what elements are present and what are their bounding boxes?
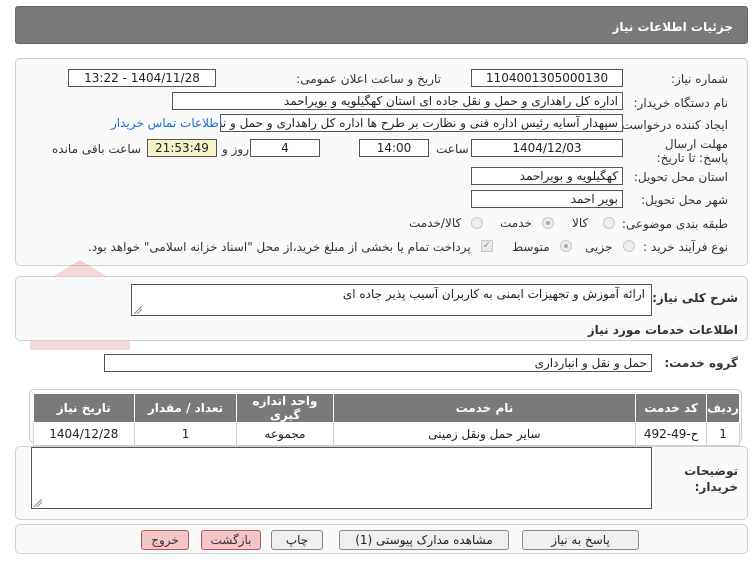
resize-grip-icon[interactable] [134, 306, 142, 314]
process-option-minor: جزیی [585, 240, 613, 254]
description-label: شرح کلی نیاز: [652, 291, 738, 305]
payment-note: پرداخت تمام یا بخشی از مبلغ خرید،از محل … [88, 240, 471, 254]
description-text: ارائه آموزش و تجهیزات ایمنی به کاربران آ… [342, 287, 645, 301]
payment-checkbox[interactable]: ✓ [481, 240, 493, 252]
process-label: نوع فرآیند خرید : [643, 240, 728, 254]
table-row[interactable]: 1 ح-49-492 سایر حمل ونقل زمینی مجموعه 1 … [33, 422, 740, 446]
category-option-goods: کالا [572, 216, 589, 230]
creator-label: ایجاد کننده درخواست: [617, 118, 728, 132]
category-option-goods-service: کالا/خدمت [409, 216, 462, 230]
cell-row: 1 [706, 422, 740, 446]
remaining-label: ساعت باقی مانده [52, 142, 142, 156]
category-radio-goods-service[interactable] [471, 217, 483, 229]
cell-quantity: 1 [133, 422, 238, 446]
cell-code: ح-49-492 [635, 422, 708, 446]
deadline-time-field[interactable]: 14:00 [359, 139, 429, 157]
view-attachments-button[interactable]: مشاهده مدارک پیوستی (1) [339, 530, 509, 550]
buyer-notes-textarea[interactable] [31, 447, 652, 509]
resize-grip-icon[interactable] [34, 499, 42, 507]
category-label: طبقه بندی موضوعی: [621, 217, 728, 231]
category-radio-goods[interactable] [603, 217, 615, 229]
buyer-label: نام دستگاه خریدار: [633, 96, 729, 110]
deadline-time-label: ساعت [436, 142, 469, 156]
days-label: روز و [222, 142, 249, 156]
col-header-date: تاریخ نیاز [33, 393, 135, 423]
process-radio-minor[interactable] [623, 240, 635, 252]
buyer-notes-label: توضیحات خریدار: [684, 464, 738, 494]
creator-field[interactable]: سپهدار آسایه رئیس اداره فنی و نظارت بر ط… [220, 114, 623, 132]
process-radio-medium[interactable] [560, 240, 572, 252]
reply-button[interactable]: پاسخ به نیاز [522, 530, 639, 550]
city-field[interactable]: بویر احمد [471, 190, 623, 208]
service-group-field[interactable]: حمل و نقل و انبارداری [104, 354, 652, 372]
buyer-contact-link[interactable]: اطلاعات تماس خریدار [111, 116, 222, 130]
deadline-date-field[interactable]: 1404/12/03 [471, 139, 623, 157]
province-label: استان محل تحویل: [633, 170, 728, 184]
services-title: اطلاعات خدمات مورد نیاز [587, 323, 738, 337]
process-option-medium: متوسط [512, 240, 550, 254]
cell-date: 1404/12/28 [33, 422, 135, 446]
buyer-field[interactable]: اداره کل راهداری و حمل و نقل جاده ای است… [172, 92, 623, 110]
description-textarea[interactable]: ارائه آموزش و تجهیزات ایمنی به کاربران آ… [131, 284, 652, 316]
province-field[interactable]: کهگیلویه و بویراحمد [471, 167, 623, 185]
col-header-code: کد خدمت [635, 393, 708, 423]
page-title: جزئیات اطلاعات نیاز [612, 20, 733, 34]
category-radio-service[interactable] [542, 217, 554, 229]
col-header-name: نام خدمت [332, 393, 637, 423]
cell-name: سایر حمل ونقل زمینی [332, 422, 637, 446]
col-header-row: ردیف [706, 393, 740, 423]
print-button[interactable]: چاپ [271, 530, 323, 550]
services-table: ردیف کد خدمت نام خدمت واحد اندازه گیری ت… [33, 393, 740, 446]
deadline-label: مهلت ارسال پاسخ: تا تاریخ: [656, 137, 728, 165]
remaining-time-field: 21:53:49 [147, 139, 217, 157]
back-button[interactable]: بازگشت [201, 530, 261, 550]
city-label: شهر محل تحویل: [641, 193, 728, 207]
col-header-unit: واحد اندازه گیری [236, 393, 334, 423]
announce-field[interactable]: 1404/11/28 - 13:22 [68, 69, 216, 87]
category-option-service: خدمت [500, 216, 532, 230]
col-header-quantity: تعداد / مقدار [133, 393, 238, 423]
page-header: جزئیات اطلاعات نیاز [15, 6, 748, 44]
service-group-label: گروه خدمت: [664, 356, 738, 370]
need-number-field[interactable]: 1104001305000130 [471, 69, 623, 87]
days-field[interactable]: 4 [250, 139, 320, 157]
need-number-label: شماره نیاز: [671, 72, 728, 86]
cell-unit: مجموعه [236, 422, 334, 446]
exit-button[interactable]: خروج [141, 530, 189, 550]
announce-label: تاریخ و ساعت اعلان عمومی: [296, 72, 441, 86]
